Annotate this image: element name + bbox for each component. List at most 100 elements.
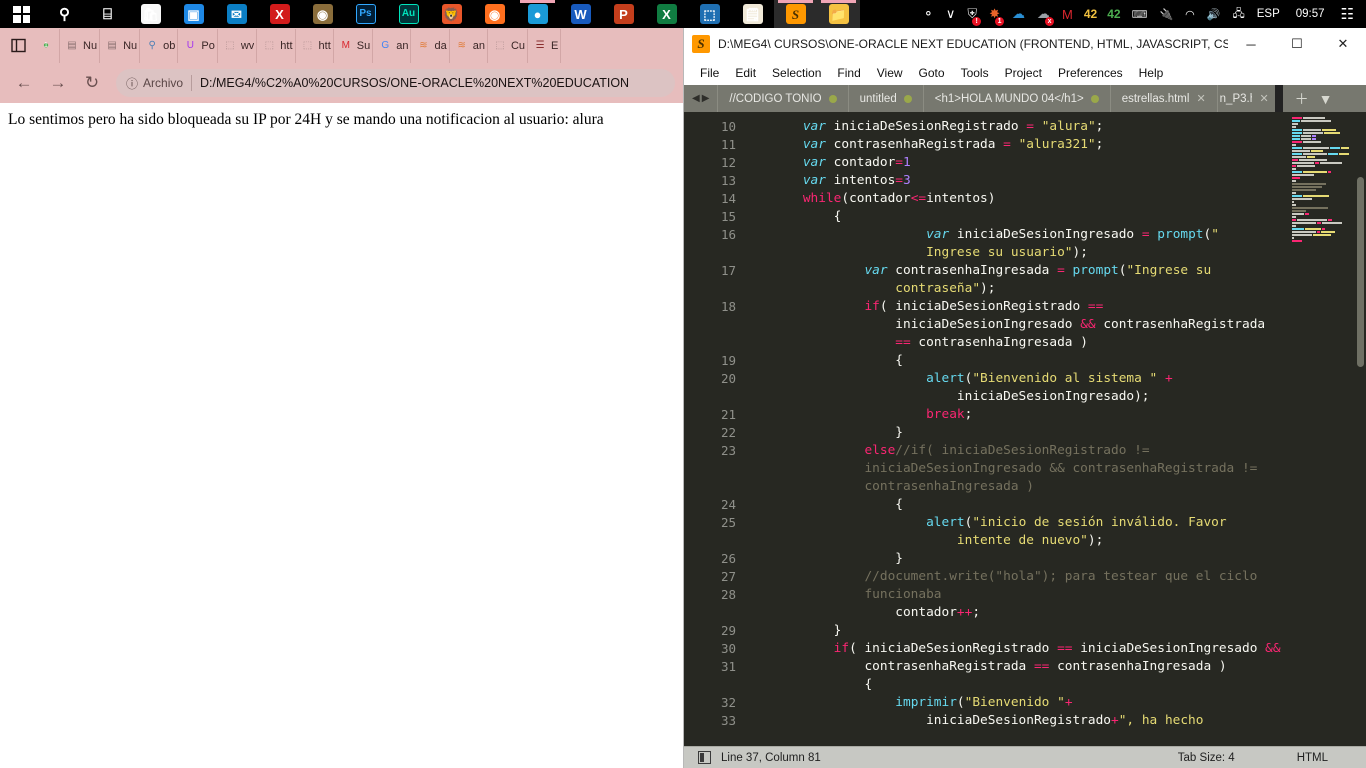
tray-volume-icon[interactable]: 🔊 — [1201, 0, 1227, 28]
brave-browser[interactable]: 🦁 — [430, 0, 473, 28]
tray-show-hidden-icon[interactable]: ∨ — [940, 0, 962, 28]
code-token: var — [864, 263, 888, 278]
menu-item-find[interactable]: Find — [829, 62, 868, 84]
scrollbar-thumb[interactable] — [1357, 177, 1364, 367]
editor-tab[interactable]: untitled — [847, 85, 923, 112]
start-button[interactable] — [0, 0, 43, 28]
code-token: = — [1026, 119, 1034, 134]
new-tab-button[interactable]: ＋ — [1295, 89, 1309, 109]
tab-next-icon[interactable]: ▶ — [702, 93, 710, 104]
audition[interactable]: Au — [387, 0, 430, 28]
back-arrow-icon[interactable]: ← — [8, 68, 40, 98]
notification-center-icon[interactable]: ☷ — [1335, 0, 1360, 28]
tab-close-icon[interactable]: ✕ — [1196, 92, 1205, 105]
tray-network-icon[interactable]: 🖧 — [1226, 0, 1250, 28]
menu-item-edit[interactable]: Edit — [727, 62, 764, 84]
browser-tab[interactable]: ≋ an — [450, 28, 488, 63]
menu-item-view[interactable]: View — [869, 62, 911, 84]
code-token: } — [772, 425, 903, 440]
edge-browser[interactable]: ● — [516, 0, 559, 28]
forward-arrow-icon[interactable]: → — [42, 68, 74, 98]
editor-scrollbar[interactable] — [1355, 112, 1366, 746]
clock[interactable]: 09:57 — [1286, 0, 1335, 28]
microsoft-store[interactable]: 🛍 — [129, 0, 172, 28]
tray-mega-icon[interactable]: M — [1056, 0, 1079, 28]
excel-app[interactable]: X — [645, 0, 688, 28]
tab-size-label[interactable]: Tab Size: 4 — [1178, 752, 1235, 764]
browser-tab[interactable]: ≋ da — [411, 28, 450, 63]
task-view-button[interactable]: ⌸ — [86, 0, 129, 28]
code-token: var — [802, 119, 826, 134]
browser-tab[interactable]: ● 1 — [34, 28, 60, 63]
browser-tab[interactable]: Gan — [373, 28, 412, 63]
info-circle-icon[interactable]: ⓘ — [126, 75, 138, 92]
browser-tab[interactable]: M Su — [334, 28, 374, 63]
powerpoint-app[interactable]: P — [602, 0, 645, 28]
syntax-label[interactable]: HTML — [1297, 752, 1328, 764]
vscode-app[interactable]: ⬚ — [688, 0, 731, 28]
browser-tab[interactable]: U Po — [178, 28, 218, 63]
menu-item-help[interactable]: Help — [1131, 62, 1172, 84]
photoshop[interactable]: Ps — [344, 0, 387, 28]
editor-area[interactable]: 10 11 12 13 14 15 16 17 18 19 20 21 22 23 24 25 26 27 28 29… — [684, 112, 1366, 746]
tab-close-icon[interactable]: ✕ — [1259, 92, 1268, 105]
reload-icon[interactable]: ↻ — [76, 68, 108, 98]
tray-onedrive-icon[interactable]: ☁ — [1006, 0, 1031, 28]
editor-tab-title: n_P3.htm — [1219, 92, 1253, 105]
mail-contacts[interactable]: ▣ — [172, 0, 215, 28]
tab-scroll-arrows[interactable]: ◀ ▶ — [684, 93, 717, 104]
code-token: } — [772, 623, 842, 638]
maximize-button[interactable]: ☐ — [1274, 28, 1320, 60]
language-indicator[interactable]: ESP — [1251, 0, 1286, 28]
tray-count-green[interactable]: 42 — [1102, 0, 1125, 28]
minimap-segment — [1307, 156, 1315, 158]
tray-onedrive-error-icon[interactable]: ☁ x — [1031, 0, 1056, 28]
menu-item-goto[interactable]: Goto — [911, 62, 953, 84]
tray-wifi-icon[interactable]: ◠ — [1179, 0, 1201, 28]
tray-security-icon[interactable]: ⛨! — [961, 0, 983, 28]
code-token: contrasenhaIngresada — [887, 263, 1058, 278]
tray-count-yellow[interactable]: 42 — [1079, 0, 1102, 28]
menu-item-project[interactable]: Project — [997, 62, 1050, 84]
word-app[interactable]: W — [559, 0, 602, 28]
search-button[interactable]: ⚲ — [43, 0, 86, 28]
tab-prev-icon[interactable]: ◀ — [692, 93, 700, 104]
browser-tab[interactable]: ▤ Nu — [100, 28, 141, 63]
editor-tab[interactable]: n_P3.htm ✕ — [1216, 85, 1275, 112]
browser-tab[interactable]: ⬚ Cu — [488, 28, 529, 63]
code-content[interactable]: var iniciaDeSesionRegistrado = "alura"; … — [746, 112, 1288, 746]
menu-item-preferences[interactable]: Preferences — [1050, 62, 1131, 84]
browser-tab[interactable]: ⬚ wv — [218, 28, 258, 63]
menu-item-file[interactable]: File — [692, 62, 727, 84]
close-button[interactable]: ✕ — [1320, 28, 1366, 60]
browser-tab[interactable]: ⬚ htt — [257, 28, 296, 63]
tray-keyboard-icon[interactable]: ⌨ — [1126, 0, 1154, 28]
sidebar-toggle-icon[interactable] — [698, 751, 711, 764]
tab-actions-icon[interactable] — [2, 29, 34, 63]
file-explorer[interactable]: 📁 — [817, 0, 860, 28]
line-number: 24 — [720, 497, 736, 512]
editor-tab[interactable]: <h1>HOLA MUNDO 04</h1> — [922, 85, 1110, 112]
tray-account-icon[interactable]: ⚬ — [917, 0, 940, 28]
firefox-browser[interactable]: ◉ — [473, 0, 516, 28]
address-bar[interactable]: ⓘ Archivo D:/MEG4/%C2%A0%20CURSOS/ONE-OR… — [116, 69, 675, 97]
tab-menu-dropdown[interactable]: ▼ — [1319, 91, 1333, 107]
line-number: 25 — [720, 515, 736, 530]
browser-tab[interactable]: ⚲ ob — [140, 28, 179, 63]
browser-tab[interactable]: ▤ Nu — [60, 28, 101, 63]
editor-tab[interactable]: //CODIGO TONIO — [717, 85, 847, 112]
mail-app[interactable]: ✉ — [215, 0, 258, 28]
notepad-app[interactable]: 🗒 — [731, 0, 774, 28]
browser-tab[interactable]: ☰ E — [528, 28, 562, 63]
minimize-button[interactable]: ─ — [1228, 28, 1274, 60]
browser-tab[interactable]: ⬚ htt — [296, 28, 334, 63]
editor-tab[interactable]: estrellas.html ✕ — [1109, 85, 1217, 112]
sublime-text-app[interactable]: S — [774, 0, 817, 28]
media-player[interactable]: ◉ — [301, 0, 344, 28]
menu-item-selection[interactable]: Selection — [764, 62, 829, 84]
tray-battery-icon[interactable]: 🔌 — [1153, 0, 1179, 28]
xmind-app[interactable]: X — [258, 0, 301, 28]
menu-item-tools[interactable]: Tools — [953, 62, 997, 84]
tray-dropbox-icon[interactable]: ✸ 1 — [983, 0, 1006, 28]
